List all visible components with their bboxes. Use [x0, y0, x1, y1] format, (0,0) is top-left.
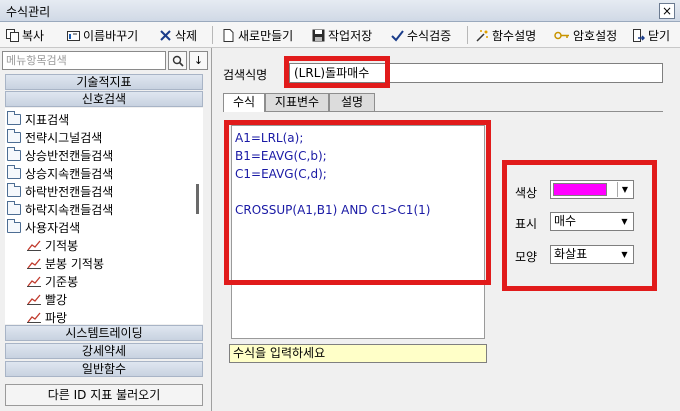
- rename-label: 이름바꾸기: [83, 28, 139, 43]
- folder-icon: [7, 128, 21, 143]
- color-swatch: [553, 183, 607, 196]
- chevron-down-icon[interactable]: ▼: [617, 247, 632, 262]
- folder-icon: [7, 200, 21, 215]
- load-other-id-button[interactable]: 다른 ID 지표 불러오기: [5, 384, 203, 406]
- formula-line: A1=LRL(a);: [235, 131, 304, 145]
- save-icon: [312, 29, 325, 42]
- toolbar: 복사 이름바꾸기 삭제 새로만들기 작업저장 수식검증 함수설명 암호설정 닫기: [0, 22, 680, 48]
- password-label: 암호설정: [573, 28, 618, 43]
- tree-item-formula[interactable]: 기준봉: [27, 272, 78, 290]
- new-label: 새로만들기: [238, 28, 294, 43]
- chart-line-icon: [27, 294, 41, 305]
- formula-line: [235, 183, 484, 201]
- rename-icon: [67, 29, 80, 42]
- close-button[interactable]: 닫기: [632, 26, 670, 44]
- exit-icon: [632, 28, 646, 42]
- display-label: 표시: [515, 217, 538, 231]
- tab-formula[interactable]: 수식: [223, 93, 265, 112]
- folder-icon: [7, 146, 21, 161]
- tree-scrollbar[interactable]: [196, 184, 199, 214]
- copy-label: 복사: [22, 28, 45, 43]
- formula-line: C1=EAVG(C,d);: [235, 167, 327, 181]
- tree-list: 지표검색 전략시그널검색 상승반전캔들검색 상승지속캔들검색 하락반전캔들검색 …: [5, 108, 203, 324]
- toolbar-separator: [212, 26, 213, 44]
- chart-line-icon: [27, 312, 41, 323]
- tree-folder-bearish-reversal[interactable]: 하락반전캔들검색: [7, 182, 113, 200]
- toolbar-separator: [467, 26, 468, 44]
- chart-line-icon: [27, 276, 41, 287]
- tree-item-formula[interactable]: 빨강: [27, 290, 67, 308]
- verify-label: 수식검증: [407, 28, 452, 43]
- chart-line-icon: [27, 258, 41, 269]
- category-general-functions[interactable]: 일반함수: [5, 361, 203, 377]
- delete-button[interactable]: 삭제: [159, 26, 197, 44]
- delete-label: 삭제: [175, 28, 198, 43]
- close-label: 닫기: [648, 28, 671, 43]
- tab-divider: [265, 111, 663, 112]
- close-icon[interactable]: ×: [659, 3, 675, 19]
- copy-button[interactable]: 복사: [6, 26, 44, 44]
- save-label: 작업저장: [328, 28, 373, 43]
- chart-line-icon: [27, 240, 41, 251]
- menu-search-input[interactable]: 메뉴항목검색: [2, 51, 166, 70]
- shape-select[interactable]: 화살표 ▼: [550, 245, 634, 264]
- new-button[interactable]: 새로만들기: [222, 26, 293, 44]
- folder-icon: [7, 110, 21, 125]
- rename-button[interactable]: 이름바꾸기: [67, 26, 138, 44]
- chevron-down-icon[interactable]: ▼: [617, 182, 632, 197]
- sparkle-icon: [476, 29, 489, 42]
- formula-line: B1=EAVG(C,b);: [235, 149, 327, 163]
- category-system-trading[interactable]: 시스템트레이딩: [5, 325, 203, 341]
- search-icon[interactable]: [168, 51, 187, 70]
- folder-icon: [7, 182, 21, 197]
- formula-editor[interactable]: A1=LRL(a); B1=EAVG(C,b); C1=EAVG(C,d); C…: [231, 125, 485, 339]
- save-button[interactable]: 작업저장: [312, 26, 372, 44]
- key-icon: [554, 29, 570, 42]
- category-technical-indicators[interactable]: 기술적지표: [5, 74, 203, 90]
- tab-indicator-variables[interactable]: 지표변수: [265, 93, 329, 112]
- tree-folder-bullish-continuation[interactable]: 상승지속캔들검색: [7, 164, 113, 182]
- new-document-icon: [222, 28, 235, 42]
- formula-line: CROSSUP(A1,B1) AND C1>C1(1): [235, 203, 431, 217]
- copy-icon: [6, 28, 19, 42]
- tree-item-formula[interactable]: 파랑: [27, 308, 67, 324]
- function-help-button[interactable]: 함수설명: [476, 26, 536, 44]
- display-select[interactable]: 매수 ▼: [550, 212, 634, 231]
- shape-value: 화살표: [554, 247, 588, 261]
- category-signal-search[interactable]: 신호검색: [5, 91, 203, 107]
- verify-button[interactable]: 수식검증: [391, 26, 451, 44]
- display-value: 매수: [554, 214, 577, 228]
- tab-bar: 수식 지표변수 설명: [223, 93, 663, 112]
- shape-label: 모양: [515, 250, 538, 264]
- folder-icon: [7, 218, 21, 233]
- color-picker[interactable]: ▼: [550, 180, 634, 199]
- tree-folder-user-search[interactable]: 사용자검색: [7, 218, 80, 236]
- down-arrow-button[interactable]: ↓: [189, 51, 208, 70]
- tree-folder-strategy-signal[interactable]: 전략시그널검색: [7, 128, 102, 146]
- formula-hint: 수식을 입력하세요: [229, 344, 487, 363]
- tree-folder-bearish-continuation[interactable]: 하락지속캔들검색: [7, 200, 113, 218]
- delete-icon: [159, 29, 172, 42]
- left-panel: 메뉴항목검색 ↓ 기술적지표 신호검색 지표검색 전략시그널검색 상승반전캔들검…: [0, 48, 212, 411]
- formula-name-field[interactable]: (LRL)돌파매수: [289, 63, 663, 83]
- window-title: 수식관리: [6, 5, 51, 19]
- tree-folder-bullish-reversal[interactable]: 상승반전캔들검색: [7, 146, 113, 164]
- title-bar: 수식관리 ×: [0, 0, 680, 22]
- color-label: 색상: [515, 186, 538, 200]
- password-button[interactable]: 암호설정: [554, 26, 617, 44]
- check-icon: [391, 29, 404, 42]
- tab-description[interactable]: 설명: [329, 93, 375, 112]
- tree-item-formula[interactable]: 분봉 기적봉: [27, 254, 104, 272]
- tree-folder-indicator-search[interactable]: 지표검색: [7, 110, 69, 128]
- category-strength-weakness[interactable]: 강세약세: [5, 343, 203, 359]
- function-help-label: 함수설명: [492, 28, 537, 43]
- folder-icon: [7, 164, 21, 179]
- main-panel: 검색식명 (LRL)돌파매수 수식 지표변수 설명 A1=LRL(a); B1=…: [213, 48, 680, 411]
- chevron-down-icon[interactable]: ▼: [617, 214, 632, 229]
- formula-name-label: 검색식명: [223, 68, 268, 82]
- tree-item-formula[interactable]: 기적봉: [27, 236, 78, 254]
